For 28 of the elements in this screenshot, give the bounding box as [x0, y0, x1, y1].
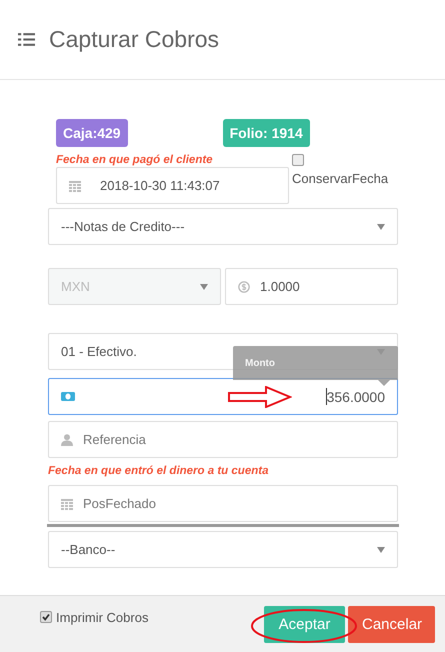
amount-field[interactable]: 356.0000 — [48, 378, 398, 415]
post-date-field[interactable]: PosFechado — [48, 485, 398, 522]
window-title: Capturar Cobros — [49, 26, 220, 53]
checkbox[interactable] — [40, 611, 52, 623]
dollar-icon — [238, 280, 250, 292]
caret-icon — [377, 546, 385, 552]
hint-text: Fecha en que pagó el cliente — [56, 154, 214, 167]
badge-label: Folio: 1914 — [222, 119, 310, 147]
cancel-button[interactable]: Cancelar — [348, 606, 435, 643]
caret-icon — [200, 284, 208, 290]
checkbox-label: ConservarFecha — [292, 171, 388, 186]
list-icon — [18, 32, 35, 47]
user-icon — [61, 434, 73, 446]
arrow-annotation — [228, 386, 292, 408]
tooltip: Monto — [233, 346, 398, 386]
exchange-rate-field[interactable]: 1.0000 — [225, 268, 398, 305]
hint-text: Fecha en que entró el dinero a tu cuenta — [48, 465, 270, 478]
badge-label: Caja:429 — [56, 119, 128, 147]
bank-select[interactable]: --Banco-- — [48, 531, 398, 568]
caret-icon — [377, 224, 385, 230]
money-icon — [61, 392, 75, 401]
reference-field[interactable]: Referencia — [48, 421, 398, 458]
calendar-icon — [69, 180, 81, 192]
checkbox-label: Imprimir Cobros — [56, 610, 148, 625]
calendar-icon — [61, 498, 73, 510]
date-field[interactable]: 2018-10-30 11:43:07 — [56, 167, 289, 204]
checkbox[interactable] — [292, 154, 304, 166]
credit-notes-select[interactable]: ---Notas de Credito--- — [48, 208, 398, 245]
